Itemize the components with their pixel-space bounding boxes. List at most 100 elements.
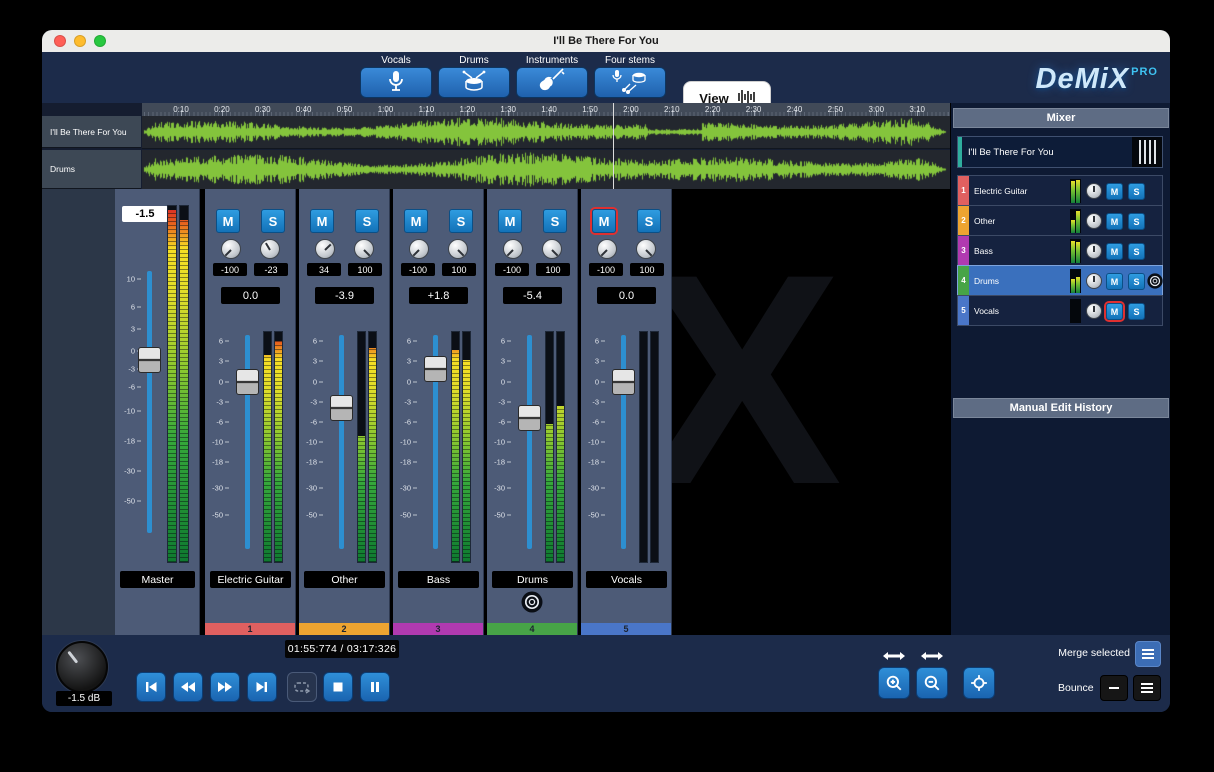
solo-button[interactable]: S [1128,243,1145,260]
mute-button[interactable]: M [1106,303,1123,320]
solo-button[interactable]: S [1128,183,1145,200]
ruler-label: 3:10 [909,103,925,116]
fader-handle[interactable] [330,395,353,421]
bounce-list-button[interactable] [1133,675,1161,701]
track-label-mix[interactable]: I'll Be There For You [42,116,141,148]
pan-knob[interactable] [260,239,280,259]
fast-forward-button[interactable] [210,672,240,702]
timeline: 0:100:200:300:400:501:001:101:201:301:40… [42,103,950,189]
fader-handle[interactable] [424,356,447,382]
logo-text: DeMiX [1036,63,1130,96]
fader-track[interactable] [245,335,250,549]
four-stems-separation-button[interactable] [594,67,666,98]
waveform-canvas[interactable] [142,116,950,149]
mute-button[interactable]: M [404,209,428,233]
title-bar: I'll Be There For You [42,30,1170,52]
fader-scale-label: -18 [581,458,605,467]
pan-knob[interactable] [542,239,562,259]
master-fader-handle[interactable] [138,347,161,373]
zoom-button[interactable] [94,35,106,47]
close-button[interactable] [54,35,66,47]
fader-scale-label: -18 [393,458,417,467]
solo-button[interactable]: S [543,209,567,233]
solo-button[interactable]: S [637,209,661,233]
stop-button[interactable] [323,672,353,702]
loop-button[interactable] [287,672,317,702]
pan-knob[interactable] [1086,213,1102,229]
fader-handle[interactable] [612,369,635,395]
mute-button[interactable]: M [592,209,616,233]
pan-knob[interactable] [221,239,241,259]
pan-knob[interactable] [1086,183,1102,199]
pan-knob[interactable] [503,239,523,259]
solo-button[interactable]: S [261,209,285,233]
pan-knob[interactable] [354,239,374,259]
background-watermark: X [642,229,842,529]
bounce-remove-button[interactable] [1100,675,1128,701]
playhead[interactable] [613,103,614,189]
time-ruler[interactable]: 0:100:200:300:400:501:001:101:201:301:40… [142,103,950,116]
pan-knob[interactable] [409,239,429,259]
track-name: Bass [974,246,993,256]
mixer-row-other[interactable]: 2 Other M S [957,205,1163,236]
mixer-row-vocals[interactable]: 5 Vocals M S [957,295,1163,326]
mixer-row-drums[interactable]: 4 Drums M S [957,265,1163,296]
pan-knob[interactable] [1086,273,1102,289]
pan-knob[interactable] [1086,243,1102,259]
focus-ring-icon[interactable] [521,591,543,618]
center-playhead-button[interactable] [963,667,995,699]
fader-scale: 630-3-6-10-18-30-50 [393,329,423,569]
fader-scale-label: 6 [299,337,323,346]
zoom-in-button[interactable] [878,667,910,699]
mute-button[interactable]: M [1106,183,1123,200]
fader-track[interactable] [527,335,532,549]
mute-button[interactable]: M [310,209,334,233]
mute-button[interactable]: M [1106,273,1123,290]
solo-button[interactable]: S [1128,273,1145,290]
mixer-master-row[interactable]: I'll Be There For You [957,136,1163,168]
skip-to-start-button[interactable] [136,672,166,702]
pan-knob[interactable] [1086,303,1102,319]
fader-handle[interactable] [518,405,541,431]
output-volume-knob[interactable] [56,641,108,693]
mute-button[interactable]: M [216,209,240,233]
fader-track[interactable] [621,335,626,549]
pan-knob[interactable] [636,239,656,259]
fader-scale-label: -6 [115,383,141,392]
solo-button[interactable]: S [449,209,473,233]
mute-button[interactable]: M [1106,243,1123,260]
merge-selected-label: Merge selected [1032,647,1130,659]
drums-separation-button[interactable] [438,67,510,98]
master-fader-track[interactable] [147,271,152,533]
fader-scale-label: -50 [581,511,605,520]
channel-strip-drums: M S -100 100 -5.4 630-3-6-10-18-30-50 Dr… [487,189,578,635]
fader-area: 630-3-6-10-18-30-50 [393,329,484,569]
solo-button[interactable]: S [355,209,379,233]
vocals-separation-button[interactable] [360,67,432,98]
waveform-canvas[interactable] [142,150,950,190]
merge-selected-button[interactable] [1135,641,1161,667]
mute-button[interactable]: M [1106,213,1123,230]
mute-button[interactable]: M [498,209,522,233]
fader-track[interactable] [339,335,344,549]
solo-button[interactable]: S [1128,213,1145,230]
rewind-button[interactable] [173,672,203,702]
skip-to-end-button[interactable] [247,672,277,702]
solo-button[interactable]: S [1128,303,1145,320]
mixer-row-electric-guitar[interactable]: 1 Electric Guitar M S [957,175,1163,206]
fader-scale-label: 3 [581,357,605,366]
zoom-out-button[interactable] [916,667,948,699]
pan-knob[interactable] [315,239,335,259]
mini-meter [1070,239,1081,263]
pan-knob[interactable] [597,239,617,259]
pause-button[interactable] [360,672,390,702]
fader-handle[interactable] [236,369,259,395]
mixer-row-bass[interactable]: 3 Bass M S [957,235,1163,266]
logo-sub-text: PRO [1131,66,1158,78]
channel-color-strip: 4 [487,623,577,635]
pan-knob[interactable] [448,239,468,259]
focus-ring-icon[interactable] [1147,273,1163,294]
minimize-button[interactable] [74,35,86,47]
instruments-separation-button[interactable] [516,67,588,98]
track-label-drums[interactable]: Drums [42,150,141,189]
